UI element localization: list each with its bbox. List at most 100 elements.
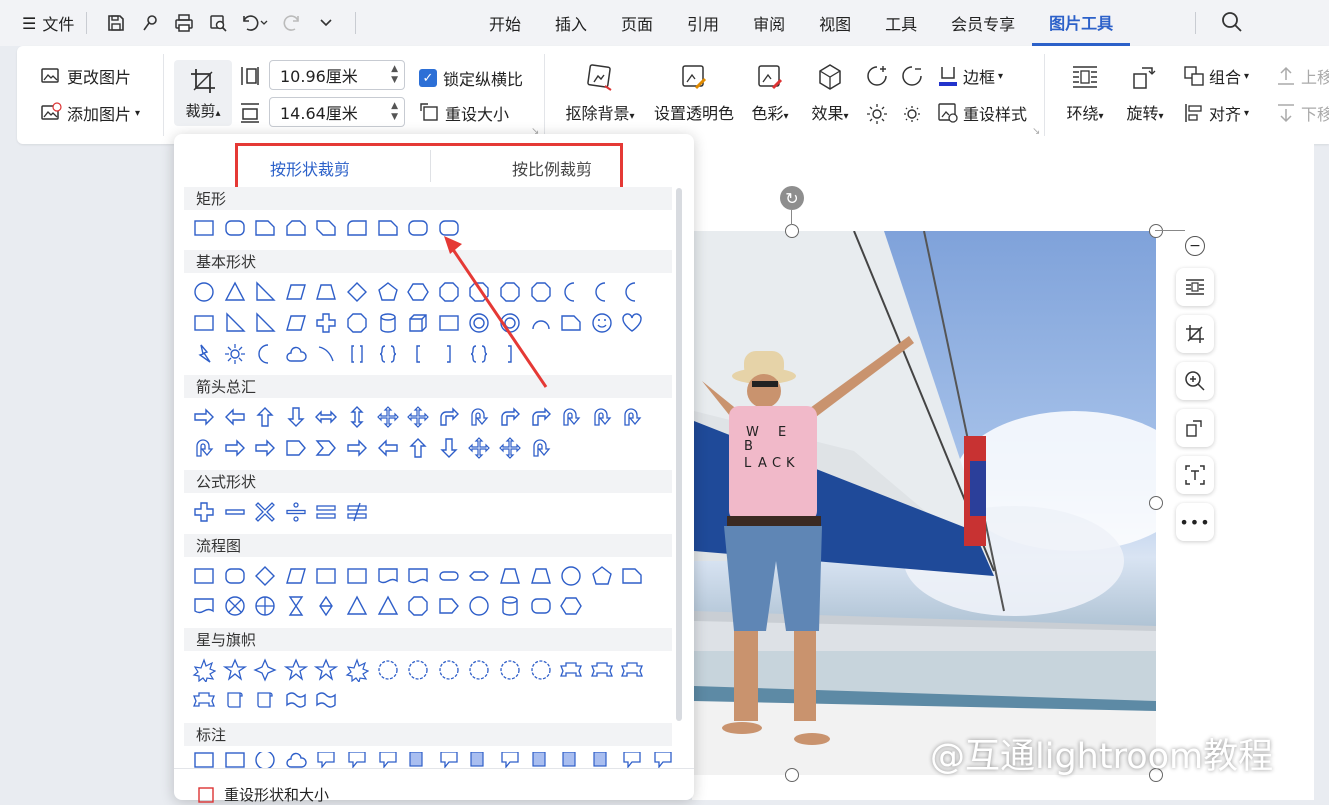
crop-icon[interactable] <box>1176 315 1214 353</box>
shape-rect-icon[interactable] <box>314 564 338 588</box>
shape-lbrk-icon[interactable] <box>406 342 430 366</box>
shape-moon-icon[interactable] <box>253 342 277 366</box>
decrease-contrast-icon[interactable] <box>900 64 924 88</box>
width-input[interactable]: 10.96厘米 ▲ ▼ <box>269 60 405 90</box>
collapse-minus-icon[interactable]: − <box>1185 236 1205 256</box>
shape-brack-icon[interactable] <box>345 342 369 366</box>
shape-arR-icon[interactable] <box>223 436 247 460</box>
shape-seal-icon[interactable] <box>529 658 553 682</box>
shape-callfill-icon[interactable] <box>559 752 583 768</box>
shape-minus-icon[interactable] <box>223 500 247 524</box>
tab-crop-by-shape[interactable]: 按形状裁剪 <box>270 156 350 180</box>
shape-sun-icon[interactable] <box>223 342 247 366</box>
shape-seal-icon[interactable] <box>376 658 400 682</box>
shape-hex-icon[interactable] <box>406 280 430 304</box>
shape-pent-icon[interactable] <box>590 564 614 588</box>
shape-circle-icon[interactable] <box>253 752 277 768</box>
shape-arR-icon[interactable] <box>345 436 369 460</box>
wrap-text-icon[interactable] <box>1176 268 1214 306</box>
tab-6[interactable]: 工具 <box>868 0 934 46</box>
undo-icon[interactable] <box>235 8 275 38</box>
shape-para-icon[interactable] <box>284 564 308 588</box>
tab-8[interactable]: 图片工具 <box>1032 0 1131 46</box>
shape-moon-icon[interactable] <box>559 280 583 304</box>
rotate-handle-icon[interactable]: ↻ <box>780 186 804 210</box>
shape-callfill-icon[interactable] <box>467 752 491 768</box>
add-picture-button[interactable]: 添加图片 ▾ <box>39 101 140 125</box>
shape-arD-icon[interactable] <box>437 436 461 460</box>
tab-4[interactable]: 审阅 <box>736 0 802 46</box>
chevron-down-icon[interactable] <box>309 8 343 38</box>
spin-arrows-icon[interactable]: ▲ ▼ <box>391 101 398 123</box>
shape-uturn-icon[interactable] <box>590 405 614 429</box>
shape-uturn-icon[interactable] <box>620 405 644 429</box>
set-transparent-button[interactable]: 设置透明色 <box>650 62 738 124</box>
reset-size-button[interactable]: 重设大小 <box>419 101 509 125</box>
shape-trap-icon[interactable] <box>498 564 522 588</box>
shape-cyl-icon[interactable] <box>498 594 522 618</box>
shape-seal-icon[interactable] <box>467 658 491 682</box>
shape-hex-icon[interactable] <box>559 594 583 618</box>
rotate-button[interactable]: 旋转▾ <box>1121 62 1169 124</box>
effect-button[interactable]: 效果▾ <box>805 62 855 124</box>
shape-rrect-icon[interactable] <box>223 216 247 240</box>
shape-rect-icon[interactable] <box>192 752 216 768</box>
shape-uturn-icon[interactable] <box>559 405 583 429</box>
shape-brace-icon[interactable] <box>467 342 491 366</box>
shape-dia-icon[interactable] <box>345 280 369 304</box>
decrease-brightness-icon[interactable] <box>900 102 924 126</box>
shape-rbrk-icon[interactable] <box>437 342 461 366</box>
shape-rtri-icon[interactable] <box>253 311 277 335</box>
shape-xcirc-icon[interactable] <box>223 594 247 618</box>
shape-burst-icon[interactable] <box>192 658 216 682</box>
shape-callout-icon[interactable] <box>651 752 675 768</box>
remove-background-button[interactable]: 抠除背景▾ <box>560 62 640 124</box>
save-icon[interactable] <box>99 8 133 38</box>
shape-callout-icon[interactable] <box>620 752 644 768</box>
shape-ring-icon[interactable] <box>467 311 491 335</box>
shape-wave-icon[interactable] <box>284 688 308 712</box>
shape-callfill-icon[interactable] <box>590 752 614 768</box>
shape-plus-icon[interactable] <box>314 311 338 335</box>
shape-callfill-icon[interactable] <box>529 752 553 768</box>
more-options-icon[interactable]: ••• <box>1176 503 1214 541</box>
shape-round1-icon[interactable] <box>345 216 369 240</box>
shape-oct-icon[interactable] <box>467 280 491 304</box>
lock-ratio-checkbox[interactable]: ✓ 锁定纵横比 <box>419 66 523 90</box>
shape-star5-icon[interactable] <box>222 658 247 682</box>
extract-text-icon[interactable] <box>1176 456 1214 494</box>
shape-rrect-icon[interactable] <box>223 564 247 588</box>
tab-1[interactable]: 插入 <box>538 0 604 46</box>
shape-rrect-icon[interactable] <box>406 216 430 240</box>
tab-0[interactable]: 开始 <box>472 0 538 46</box>
shape-rect-icon[interactable] <box>192 564 216 588</box>
reset-style-button[interactable]: 重设样式 <box>937 101 1027 125</box>
shape-snip-icon[interactable] <box>253 216 277 240</box>
shape-trap-icon[interactable] <box>314 280 338 304</box>
shape-wave-icon[interactable] <box>314 688 338 712</box>
shape-div-icon[interactable] <box>284 500 308 524</box>
shape-dia-icon[interactable] <box>253 564 277 588</box>
tab-2[interactable]: 页面 <box>604 0 670 46</box>
shape-rbrk-icon[interactable] <box>498 342 522 366</box>
shape-callfill-icon[interactable] <box>406 752 430 768</box>
shape-pcirc-icon[interactable] <box>253 594 277 618</box>
shape-para-icon[interactable] <box>284 280 308 304</box>
shape-moon-icon[interactable] <box>620 280 644 304</box>
shape-curve-icon[interactable] <box>314 342 338 366</box>
shape-bent-icon[interactable] <box>498 405 522 429</box>
shape-scroll-icon[interactable] <box>223 688 247 712</box>
shape-circle-icon[interactable] <box>192 280 216 304</box>
selected-photo[interactable]: W E B L A C K <box>694 231 1156 775</box>
shape-uturn-icon[interactable] <box>467 405 491 429</box>
height-input[interactable]: 14.64厘米 ▲ ▼ <box>269 97 405 127</box>
shape-oct-icon[interactable] <box>406 594 430 618</box>
shape-oct-icon[interactable] <box>529 280 553 304</box>
shape-snip-icon[interactable] <box>376 216 400 240</box>
panel-scrollbar[interactable] <box>676 188 682 721</box>
tab-3[interactable]: 引用 <box>670 0 736 46</box>
resize-handle-bottom-left[interactable] <box>785 768 799 782</box>
shape-tri-icon[interactable] <box>223 280 247 304</box>
shape-cloud-icon[interactable] <box>284 752 308 768</box>
shape-arR-icon[interactable] <box>192 405 216 429</box>
